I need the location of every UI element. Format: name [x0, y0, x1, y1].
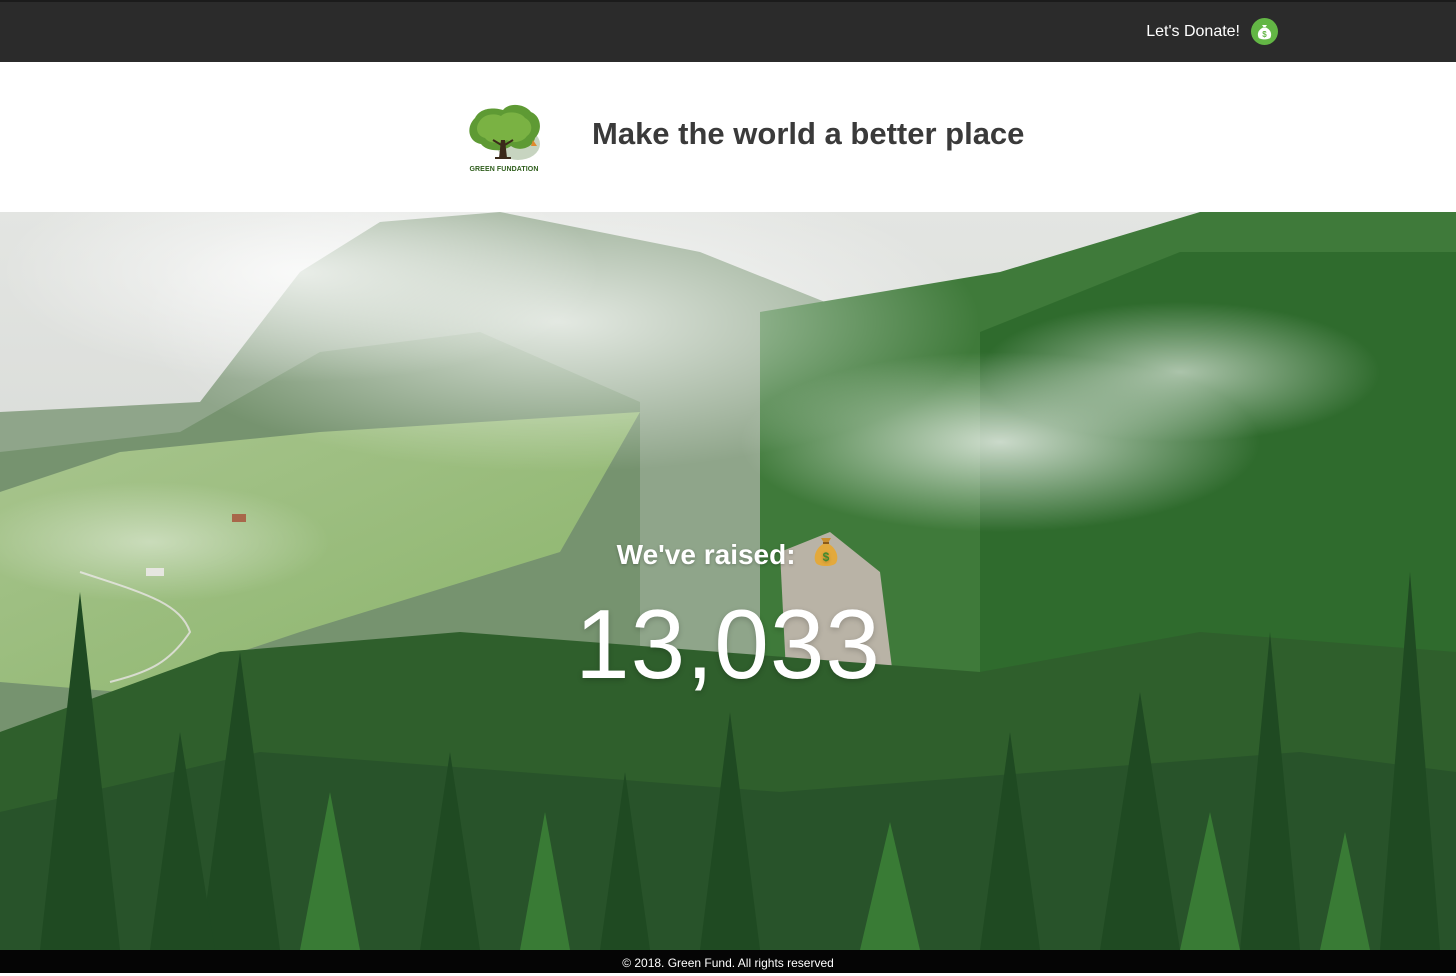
raised-heading: We've raised: $ [0, 536, 1456, 575]
page-tagline: Make the world a better place [592, 116, 1025, 151]
raised-label-text: We've raised: [616, 539, 796, 570]
money-bag-icon: $ [1251, 18, 1278, 45]
tree-logo-icon [469, 104, 540, 160]
logo-caption: GREEN FUNDATION [469, 166, 539, 173]
donate-link[interactable]: Let's Donate! $ [1146, 18, 1278, 45]
svg-text:$: $ [823, 550, 830, 564]
site-header: GREEN FUNDATION Make the world a better … [0, 62, 1456, 212]
copyright-text: © 2018. Green Fund. All rights reserved [622, 956, 834, 970]
money-bag-icon: $ [813, 536, 839, 575]
hero-banner: We've raised: $ 13,033 [0, 212, 1456, 950]
site-footer: © 2018. Green Fund. All rights reserved [0, 950, 1456, 973]
svg-text:$: $ [1262, 30, 1267, 39]
forest-background-image [0, 212, 1456, 950]
green-fundation-logo[interactable]: GREEN FUNDATION [463, 100, 545, 176]
donate-label: Let's Donate! [1146, 22, 1240, 40]
raised-amount: 13,033 [575, 589, 881, 699]
top-navbar: Let's Donate! $ [0, 0, 1456, 62]
